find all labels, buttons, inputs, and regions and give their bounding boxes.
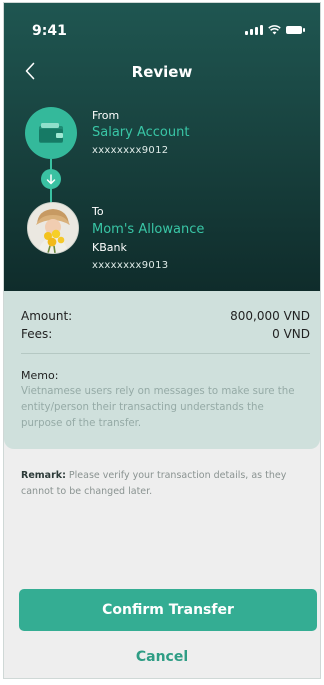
wallet-avatar (25, 107, 77, 159)
cancel-button[interactable]: Cancel (4, 649, 320, 665)
status-bar: 9:41 (4, 3, 320, 43)
remark-label: Remark: (21, 470, 66, 481)
wifi-icon (268, 25, 281, 35)
amount-row: Amount: 800,000 VND (21, 309, 310, 323)
confirm-transfer-button[interactable]: Confirm Transfer (19, 589, 317, 631)
status-time: 9:41 (32, 23, 67, 39)
memo-label: Memo: (21, 369, 59, 382)
to-bank-name: KBank (92, 241, 127, 254)
from-label: From (92, 109, 120, 122)
fees-value: 0 VND (272, 327, 310, 341)
recipient-avatar (27, 202, 79, 254)
from-account-number: xxxxxxxx9012 (92, 145, 169, 156)
transfer-summary: Amount: 800,000 VND Fees: 0 VND Memo: Vi… (4, 291, 320, 449)
memo-text: Vietnamese users rely on messages to mak… (21, 386, 295, 429)
amount-label: Amount: (21, 309, 73, 323)
arrow-down-circle (41, 169, 61, 189)
fees-row: Fees: 0 VND (21, 327, 310, 341)
fees-label: Fees: (21, 327, 53, 341)
summary-divider (21, 353, 310, 354)
remark-note: Remark: Please verify your transaction d… (21, 468, 308, 500)
to-account-number: xxxxxxxx9013 (92, 260, 169, 271)
signal-icon (245, 25, 263, 35)
to-account-name: Mom's Allowance (92, 222, 205, 237)
wallet-icon (39, 123, 63, 143)
battery-icon (286, 26, 305, 34)
arrow-down-icon (46, 173, 56, 184)
review-screen: 9:41 Review From Salary Account xxxxxxxx… (3, 2, 321, 679)
to-label: To (92, 205, 104, 218)
page-title: Review (131, 63, 193, 81)
hero-panel: 9:41 Review From Salary Account xxxxxxxx… (4, 3, 320, 291)
from-account-name: Salary Account (92, 125, 190, 140)
person-with-flowers-icon (28, 203, 78, 253)
status-icons (245, 25, 305, 35)
amount-value: 800,000 VND (230, 309, 310, 323)
